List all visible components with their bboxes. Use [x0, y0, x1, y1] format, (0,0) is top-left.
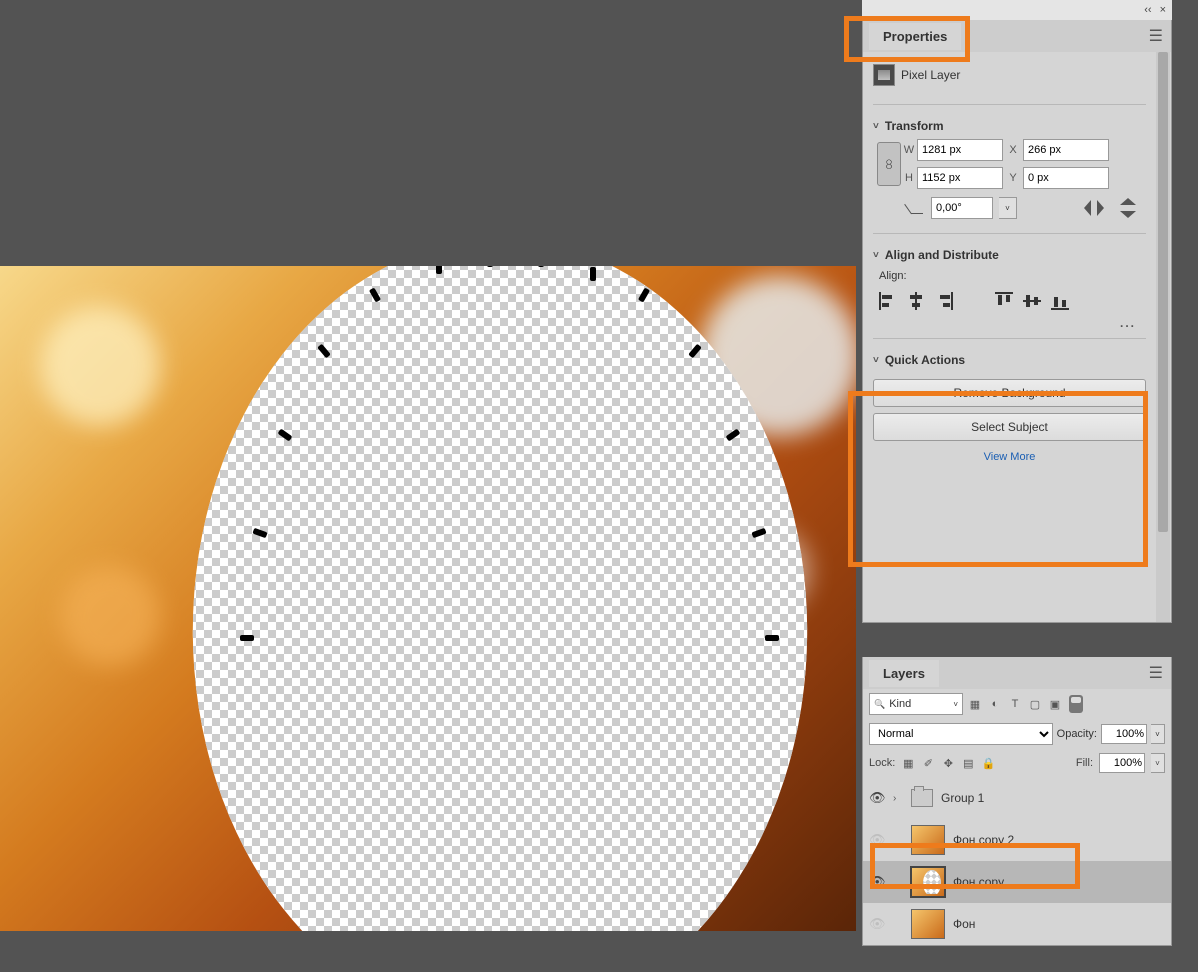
rotation-dropdown[interactable]: ˅ [999, 197, 1017, 219]
canvas[interactable] [0, 266, 856, 931]
align-hcenter-icon[interactable] [907, 292, 925, 310]
chevron-down-icon[interactable]: ˅ [873, 121, 879, 132]
right-sidebar: ‹‹ × Properties ☰ Pixel Layer ˅ Transform… [862, 0, 1172, 972]
align-right-icon[interactable] [935, 292, 953, 310]
link-wh-icon[interactable]: 𝟾 [877, 142, 901, 186]
opacity-dropdown[interactable]: ˅ [1151, 724, 1165, 744]
rotation-input[interactable] [931, 197, 993, 219]
layer-name[interactable]: Фон copy [953, 875, 1004, 889]
filter-pixel-icon[interactable]: ▦ [967, 696, 983, 712]
visibility-icon[interactable]: 👁 [869, 832, 885, 848]
y-input[interactable] [1023, 167, 1109, 189]
lock-transparent-icon[interactable]: ▦ [901, 756, 915, 770]
pixel-layer-icon [873, 64, 895, 86]
y-label: Y [1003, 172, 1023, 184]
layer-thumbnail [911, 867, 945, 897]
lock-artboard-icon[interactable]: ▤ [961, 756, 975, 770]
blend-mode-select[interactable]: Normal [869, 723, 1053, 745]
filter-shape-icon[interactable]: ▢ [1027, 696, 1043, 712]
layers-panel: Layers ☰ Kind˅ ▦ ◐ T ▢ ▣ Normal Opacity:… [862, 657, 1172, 946]
layer-row-selected[interactable]: 👁 Фон copy [863, 861, 1171, 903]
fill-input[interactable] [1099, 753, 1145, 773]
filter-kind-select[interactable]: Kind˅ [869, 693, 963, 715]
chevron-down-icon[interactable]: ˅ [873, 250, 879, 261]
flip-horizontal-icon[interactable] [1084, 200, 1104, 216]
transparent-cutout [180, 266, 820, 931]
align-subtitle: Align: [873, 268, 1146, 286]
layer-name[interactable]: Фон copy 2 [953, 833, 1014, 847]
properties-panel: Properties ☰ Pixel Layer ˅Transform 𝟾 W … [862, 20, 1172, 623]
select-subject-button[interactable]: Select Subject [873, 413, 1146, 441]
panel-topstrip: ‹‹ × [862, 0, 1172, 20]
scrollbar-track[interactable] [1156, 52, 1170, 622]
width-label: W [901, 144, 917, 156]
scrollbar-thumb[interactable] [1158, 52, 1168, 532]
lock-paint-icon[interactable]: ✐ [921, 756, 935, 770]
more-dots-icon[interactable]: ... [873, 312, 1146, 330]
opacity-label: Opacity: [1057, 728, 1097, 740]
align-vcenter-icon[interactable] [1023, 292, 1041, 310]
align-title: Align and Distribute [885, 248, 999, 262]
layer-thumbnail [911, 909, 945, 939]
properties-tabbar: Properties ☰ [863, 20, 1171, 52]
visibility-icon[interactable]: 👁 [869, 916, 885, 932]
layer-thumbnail [911, 825, 945, 855]
panel-menu-icon[interactable]: ☰ [1149, 663, 1163, 683]
filter-toggle[interactable] [1069, 695, 1083, 713]
height-input[interactable] [917, 167, 1003, 189]
x-label: X [1003, 144, 1023, 156]
align-bottom-icon[interactable] [1051, 292, 1069, 310]
filter-type-icon[interactable]: T [1007, 696, 1023, 712]
layer-row-group[interactable]: 👁 › Group 1 [863, 777, 1171, 819]
layer-name[interactable]: Group 1 [941, 791, 984, 805]
remove-background-button[interactable]: Remove Background [873, 379, 1146, 407]
layer-name[interactable]: Фон [953, 917, 975, 931]
collapse-icon[interactable]: ‹‹ [1144, 4, 1151, 16]
lock-all-icon[interactable]: 🔒 [981, 756, 995, 770]
width-input[interactable] [917, 139, 1003, 161]
folder-icon [911, 789, 933, 807]
layer-type-label: Pixel Layer [901, 68, 960, 82]
close-icon[interactable]: × [1160, 4, 1166, 16]
bokeh-blob [60, 566, 160, 666]
tab-layers[interactable]: Layers [869, 660, 939, 687]
visibility-icon[interactable]: 👁 [869, 790, 885, 806]
lock-label: Lock: [869, 757, 895, 769]
fill-label: Fill: [1076, 757, 1093, 769]
align-left-icon[interactable] [879, 292, 897, 310]
filter-adjust-icon[interactable]: ◐ [987, 696, 1003, 712]
align-top-icon[interactable] [995, 292, 1013, 310]
height-label: H [901, 172, 917, 184]
transform-title: Transform [885, 119, 944, 133]
layer-row[interactable]: 👁 Фон copy 2 [863, 819, 1171, 861]
angle-icon [909, 200, 925, 216]
filter-smart-icon[interactable]: ▣ [1047, 696, 1063, 712]
opacity-input[interactable] [1101, 724, 1147, 744]
fill-dropdown[interactable]: ˅ [1151, 753, 1165, 773]
layer-row[interactable]: 👁 Фон [863, 903, 1171, 945]
flip-vertical-icon[interactable] [1120, 198, 1136, 218]
expand-icon[interactable]: › [893, 793, 903, 804]
panel-menu-icon[interactable]: ☰ [1149, 26, 1163, 46]
tab-properties[interactable]: Properties [869, 23, 961, 50]
view-more-link[interactable]: View More [873, 447, 1146, 463]
visibility-icon[interactable]: 👁 [869, 874, 885, 890]
layers-tabbar: Layers ☰ [863, 657, 1171, 689]
x-input[interactable] [1023, 139, 1109, 161]
quick-actions-title: Quick Actions [885, 353, 965, 367]
layer-list: 👁 › Group 1 👁 Фон copy 2 👁 Фон copy [863, 777, 1171, 945]
chevron-down-icon[interactable]: ˅ [873, 355, 879, 366]
lock-position-icon[interactable]: ✥ [941, 756, 955, 770]
bokeh-blob [40, 306, 160, 426]
